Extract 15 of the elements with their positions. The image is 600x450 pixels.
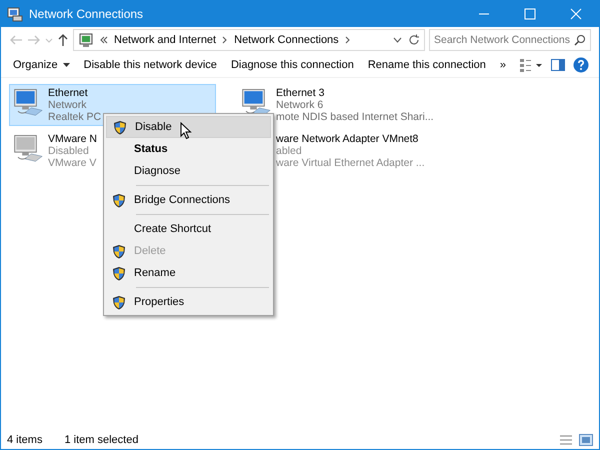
selection-count: 1 item selected [64,434,138,446]
connection-detail: Realtek PC [48,111,102,123]
connection-name: ware Network Adapter VMnet8 [276,133,420,145]
connection-detail: Network 6 [276,99,324,111]
connection-detail: ware Virtual Ethernet Adapter ... [276,157,425,169]
connection-name: Ethernet [48,87,89,99]
connection-detail: VMware V [48,157,98,169]
connection-detail: mote NDIS based Internet Shari... [276,111,434,123]
connection-detail: abled [276,145,303,157]
window-title: Network Connections [29,7,144,21]
connection-name: Ethernet 3 [276,87,326,99]
connection-detail: Disabled [48,145,90,157]
connection-detail: Network [48,99,88,111]
connection-name: VMware N [48,133,98,145]
item-count: 4 items [7,434,42,446]
